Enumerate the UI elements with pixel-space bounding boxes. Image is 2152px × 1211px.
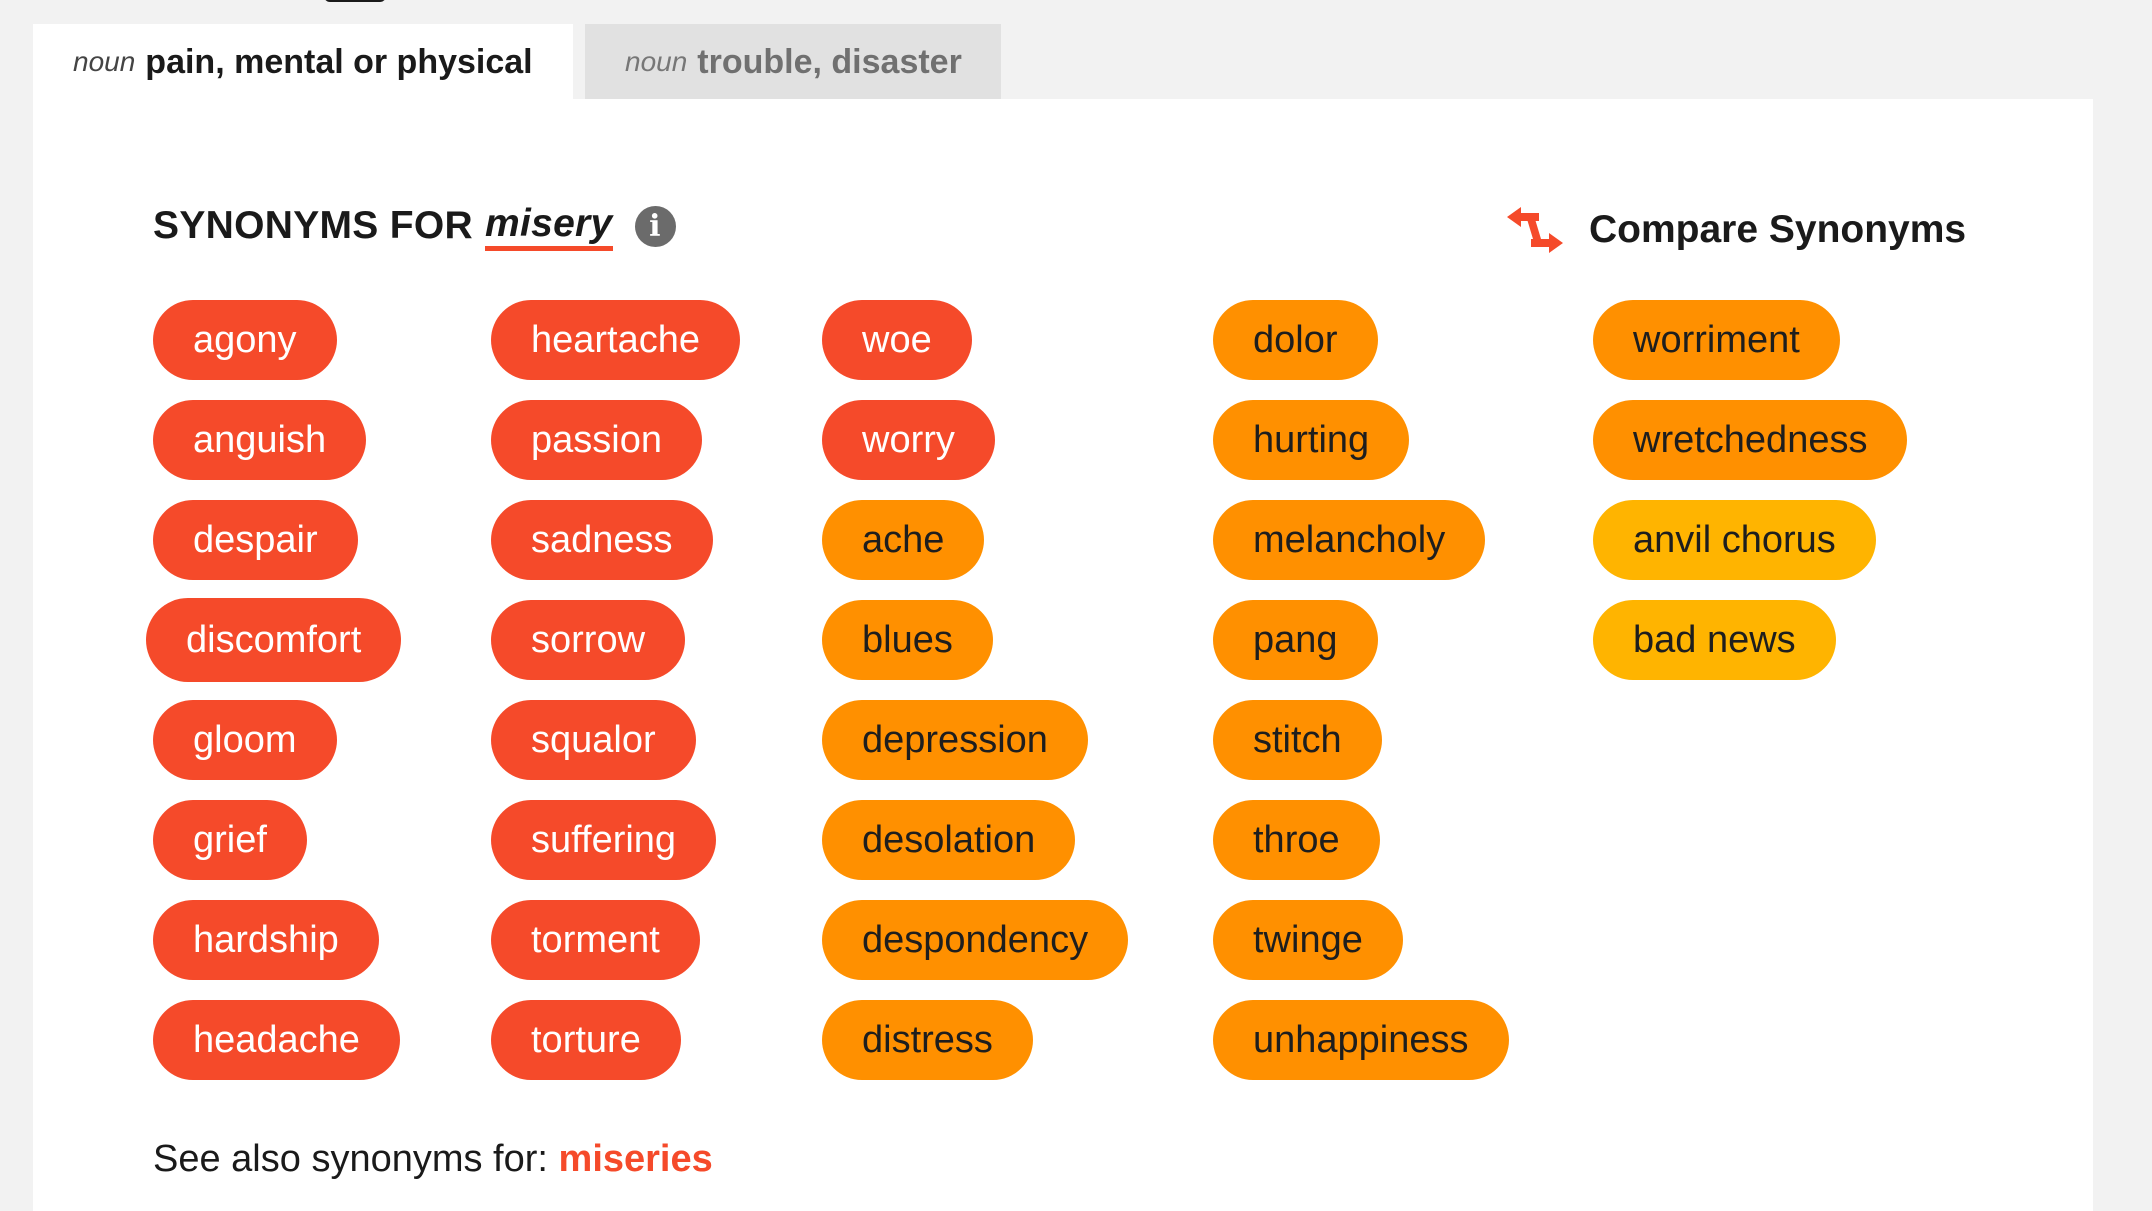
definition-tabs: noun pain, mental or physical noun troub… <box>33 24 1001 100</box>
compare-synonyms-button[interactable]: Compare Synonyms <box>1505 202 1966 258</box>
synonym-chip-hardship[interactable]: hardship <box>153 900 379 980</box>
synonym-chip-passion[interactable]: passion <box>491 400 702 480</box>
synonym-chip-ache[interactable]: ache <box>822 500 985 580</box>
synonyms-header: SYNONYMS FOR misery i <box>153 198 676 254</box>
synonym-chip-hurting[interactable]: hurting <box>1213 400 1410 480</box>
tab-definition-label: trouble, disaster <box>697 42 962 81</box>
synonym-chip-squalor[interactable]: squalor <box>491 700 696 780</box>
tab-pain-mental-or-physical[interactable]: noun pain, mental or physical <box>33 24 573 100</box>
synonym-chip-unhappiness[interactable]: unhappiness <box>1213 1000 1509 1080</box>
synonyms-heading-prefix: SYNONYMS FOR <box>153 204 473 247</box>
synonym-chip-torment[interactable]: torment <box>491 900 700 980</box>
tab-pos-label: noun <box>73 46 136 77</box>
synonym-chip-gloom[interactable]: gloom <box>153 700 337 780</box>
synonym-chip-despondency[interactable]: despondency <box>822 900 1129 980</box>
see-also-label: See also synonyms for: <box>153 1138 548 1180</box>
synonym-chip-wretchedness[interactable]: wretchedness <box>1593 400 1908 480</box>
synonym-chip-despair[interactable]: despair <box>153 500 358 580</box>
synonym-chip-anguish[interactable]: anguish <box>153 400 367 480</box>
synonym-chip-pang[interactable]: pang <box>1213 600 1378 680</box>
swap-arrows-icon <box>1507 207 1563 253</box>
page-title-fragment <box>324 0 386 2</box>
synonym-chip-throe[interactable]: throe <box>1213 800 1380 880</box>
see-also-line: See also synonyms for: miseries <box>153 1138 713 1181</box>
synonym-chip-bad-news[interactable]: bad news <box>1593 600 1836 680</box>
synonym-chip-blues[interactable]: blues <box>822 600 993 680</box>
synonym-chip-torture[interactable]: torture <box>491 1000 681 1080</box>
synonym-chip-heartache[interactable]: heartache <box>491 300 741 380</box>
compare-synonyms-label: Compare Synonyms <box>1589 208 1967 251</box>
synonym-chip-melancholy[interactable]: melancholy <box>1213 500 1486 580</box>
synonym-chip-suffering[interactable]: suffering <box>491 800 717 880</box>
synonym-chip-sorrow[interactable]: sorrow <box>491 600 686 680</box>
synonym-chip-dolor[interactable]: dolor <box>1213 300 1378 380</box>
tab-definition-label: pain, mental or physical <box>145 42 533 81</box>
synonym-chip-depression[interactable]: depression <box>822 700 1088 780</box>
synonym-chip-woe[interactable]: woe <box>822 300 972 380</box>
synonym-chip-agony[interactable]: agony <box>153 300 337 380</box>
tab-pos-label: noun <box>625 46 688 77</box>
synonym-chip-desolation[interactable]: desolation <box>822 800 1076 880</box>
synonym-chip-worriment[interactable]: worriment <box>1593 300 1840 380</box>
synonym-chip-headache[interactable]: headache <box>153 1000 400 1080</box>
info-icon[interactable]: i <box>634 205 676 247</box>
see-also-link-miseries[interactable]: miseries <box>559 1138 713 1180</box>
synonym-chip-anvil-chorus[interactable]: anvil chorus <box>1593 500 1876 580</box>
synonym-chip-stitch[interactable]: stitch <box>1213 700 1382 780</box>
synonym-chip-discomfort[interactable]: discomfort <box>146 598 402 682</box>
synonym-chip-twinge[interactable]: twinge <box>1213 900 1403 980</box>
synonym-chip-distress[interactable]: distress <box>822 1000 1033 1080</box>
synonym-chip-worry[interactable]: worry <box>822 400 995 480</box>
tab-trouble-disaster[interactable]: noun trouble, disaster <box>585 24 1001 100</box>
synonym-chip-sadness[interactable]: sadness <box>491 500 713 580</box>
synonym-chip-grief[interactable]: grief <box>153 800 307 880</box>
synonyms-heading-word: misery <box>484 202 613 251</box>
